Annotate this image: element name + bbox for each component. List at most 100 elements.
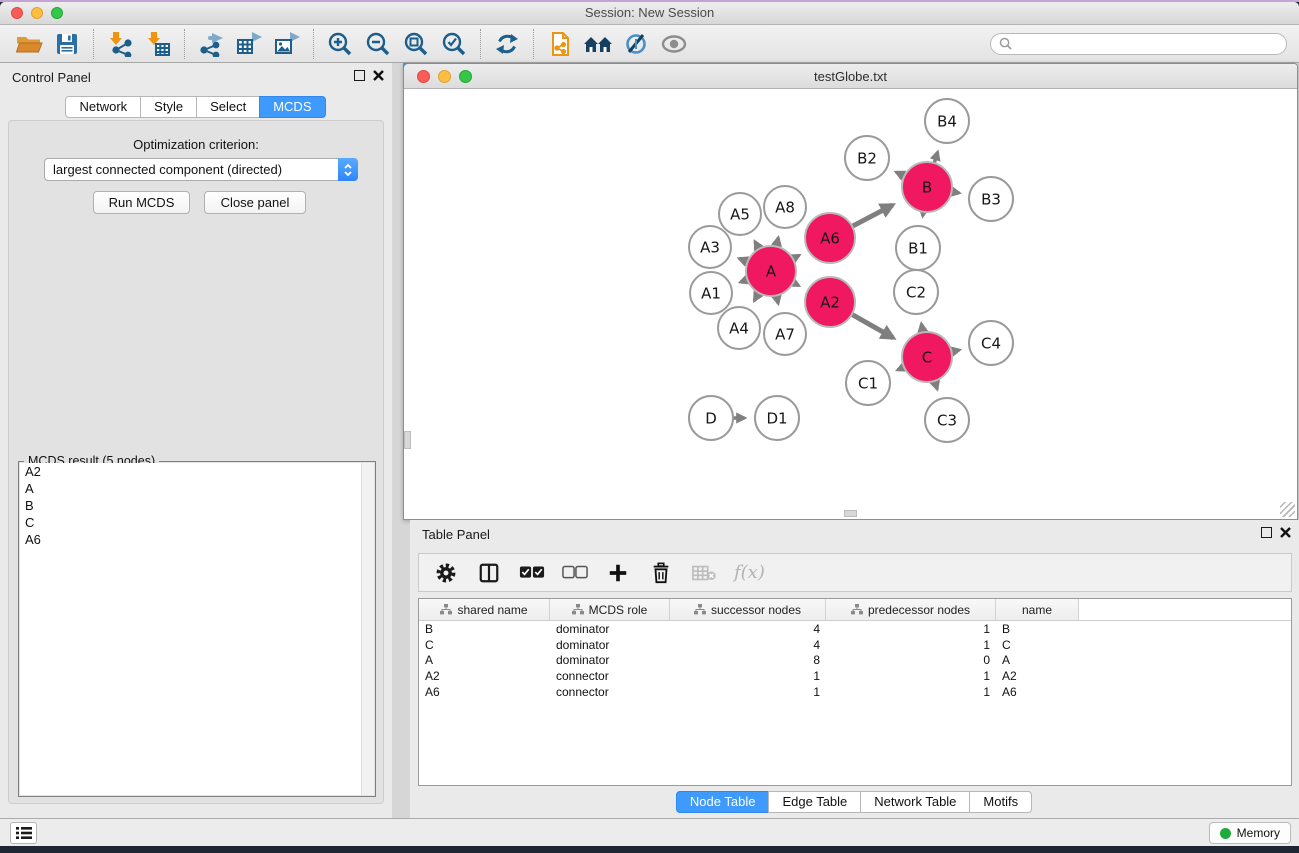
node-A2[interactable]: A2: [805, 277, 855, 327]
cell-name[interactable]: B: [996, 622, 1079, 636]
column-header-MCDS-role[interactable]: MCDS role: [550, 599, 670, 620]
cell-MCDS-role[interactable]: connector: [550, 669, 670, 683]
node-C1[interactable]: C1: [846, 361, 890, 405]
node-D1[interactable]: D1: [755, 396, 799, 440]
cell-predecessor-nodes[interactable]: 1: [826, 685, 996, 699]
result-list-scrollbar[interactable]: [361, 463, 374, 795]
cell-shared-name[interactable]: A: [419, 653, 550, 667]
cell-predecessor-nodes[interactable]: 1: [826, 669, 996, 683]
column-header-name[interactable]: name: [996, 599, 1079, 620]
node-B3[interactable]: B3: [969, 177, 1013, 221]
node-A[interactable]: A: [746, 246, 796, 296]
node-B2[interactable]: B2: [845, 136, 889, 180]
graphics-details-button[interactable]: [617, 27, 655, 61]
node-A7[interactable]: A7: [764, 313, 806, 355]
column-header-shared-name[interactable]: shared name: [419, 599, 550, 620]
result-item[interactable]: A: [20, 480, 374, 497]
import-table-button[interactable]: [139, 27, 177, 61]
run-mcds-button[interactable]: Run MCDS: [93, 191, 190, 214]
float-panel-icon[interactable]: [354, 70, 365, 81]
cell-predecessor-nodes[interactable]: 1: [826, 638, 996, 652]
search-input[interactable]: [1017, 37, 1278, 51]
export-network-button[interactable]: [192, 27, 230, 61]
node-table[interactable]: shared nameMCDS rolesuccessor nodesprede…: [418, 598, 1292, 786]
tab-mcds[interactable]: MCDS: [259, 96, 325, 118]
cell-name[interactable]: A6: [996, 685, 1079, 699]
cell-successor-nodes[interactable]: 4: [670, 638, 826, 652]
cell-name[interactable]: A: [996, 653, 1079, 667]
close-panel-button[interactable]: Close panel: [204, 191, 306, 214]
result-item[interactable]: B: [20, 497, 374, 514]
table-tab-motifs[interactable]: Motifs: [969, 791, 1032, 813]
node-C3[interactable]: C3: [925, 398, 969, 442]
node-B[interactable]: B: [902, 162, 952, 212]
add-row-button[interactable]: [605, 560, 631, 586]
refresh-button[interactable]: [488, 27, 526, 61]
cell-name[interactable]: C: [996, 638, 1079, 652]
result-item[interactable]: C: [20, 514, 374, 531]
function-builder-button[interactable]: f(x): [734, 560, 765, 586]
table-tab-node-table[interactable]: Node Table: [676, 791, 770, 813]
cell-MCDS-role[interactable]: dominator: [550, 622, 670, 636]
task-history-button[interactable]: [10, 822, 37, 844]
cell-MCDS-role[interactable]: dominator: [550, 638, 670, 652]
column-header-successor-nodes[interactable]: successor nodes: [670, 599, 826, 620]
new-network-button[interactable]: [541, 27, 579, 61]
zoom-out-button[interactable]: [359, 27, 397, 61]
cell-shared-name[interactable]: B: [419, 622, 550, 636]
cell-MCDS-role[interactable]: connector: [550, 685, 670, 699]
cell-successor-nodes[interactable]: 1: [670, 669, 826, 683]
cell-successor-nodes[interactable]: 8: [670, 653, 826, 667]
tab-style[interactable]: Style: [140, 96, 197, 118]
node-C4[interactable]: C4: [969, 321, 1013, 365]
node-A6[interactable]: A6: [805, 213, 855, 263]
zoom-selected-button[interactable]: [435, 27, 473, 61]
table-tab-network-table[interactable]: Network Table: [860, 791, 970, 813]
node-A3[interactable]: A3: [689, 226, 731, 268]
canvas-hscroll-thumb[interactable]: [844, 510, 857, 517]
edge-A2-C[interactable]: [850, 313, 893, 337]
table-settings-button[interactable]: [433, 560, 459, 586]
node-A1[interactable]: A1: [690, 272, 732, 314]
cell-name[interactable]: A2: [996, 669, 1079, 683]
tab-select[interactable]: Select: [196, 96, 260, 118]
home-button[interactable]: [579, 27, 617, 61]
open-file-button[interactable]: [10, 27, 48, 61]
result-item[interactable]: A6: [20, 531, 374, 548]
select-all-button[interactable]: [519, 560, 545, 586]
resize-grip[interactable]: [1280, 502, 1295, 517]
zoom-fit-button[interactable]: [397, 27, 435, 61]
edge-A6-B[interactable]: [850, 205, 892, 227]
result-item[interactable]: A2: [20, 463, 374, 480]
table-row[interactable]: A6connector11A6: [419, 684, 1291, 700]
cell-MCDS-role[interactable]: dominator: [550, 653, 670, 667]
save-session-button[interactable]: [48, 27, 86, 61]
column-header-predecessor-nodes[interactable]: predecessor nodes: [826, 599, 996, 620]
node-B4[interactable]: B4: [925, 99, 969, 143]
import-network-button[interactable]: [101, 27, 139, 61]
tab-network[interactable]: Network: [65, 96, 141, 118]
table-row[interactable]: A2connector11A2: [419, 668, 1291, 684]
eye-button[interactable]: [655, 27, 693, 61]
cell-predecessor-nodes[interactable]: 0: [826, 653, 996, 667]
node-C[interactable]: C: [902, 332, 952, 382]
table-row[interactable]: Adominator80A: [419, 653, 1291, 669]
cell-shared-name[interactable]: C: [419, 638, 550, 652]
close-panel-icon[interactable]: [373, 70, 384, 81]
mcds-result-list[interactable]: A2ABCA6: [20, 463, 374, 795]
cell-successor-nodes[interactable]: 4: [670, 622, 826, 636]
node-C2[interactable]: C2: [894, 270, 938, 314]
optimization-criterion-dropdown[interactable]: largest connected component (directed): [44, 158, 358, 181]
close-table-panel-icon[interactable]: [1280, 527, 1291, 538]
zoom-in-button[interactable]: [321, 27, 359, 61]
node-A5[interactable]: A5: [719, 193, 761, 235]
cell-shared-name[interactable]: A2: [419, 669, 550, 683]
node-D[interactable]: D: [689, 396, 733, 440]
export-image-button[interactable]: [268, 27, 306, 61]
table-row[interactable]: Cdominator41C: [419, 637, 1291, 653]
export-table-button[interactable]: [230, 27, 268, 61]
cell-predecessor-nodes[interactable]: 1: [826, 622, 996, 636]
node-A4[interactable]: A4: [718, 307, 760, 349]
deselect-all-button[interactable]: [562, 560, 588, 586]
delete-table-button[interactable]: [691, 560, 717, 586]
